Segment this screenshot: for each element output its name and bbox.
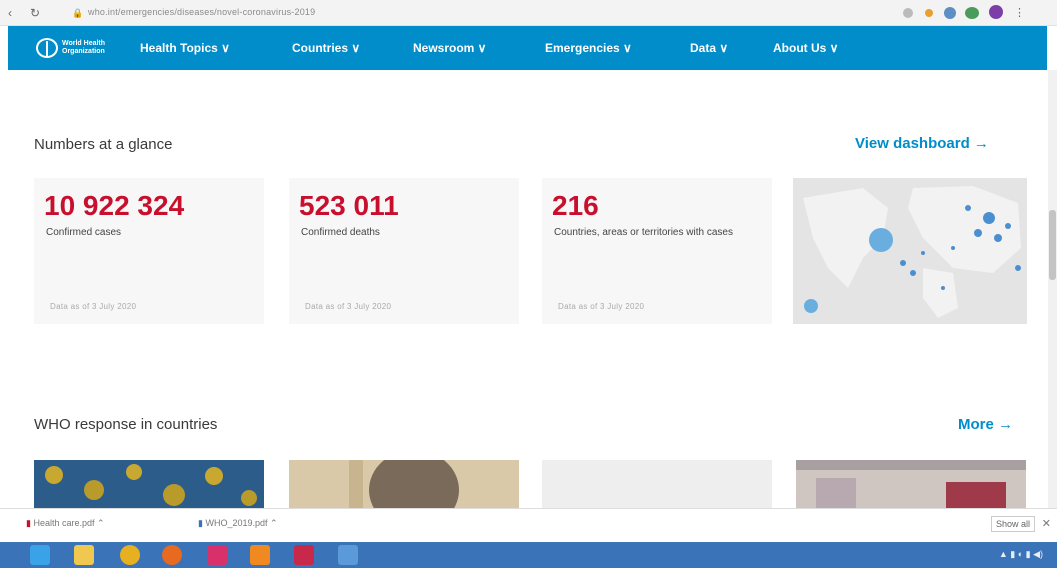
app-icon[interactable] [338,545,358,565]
show-all-button[interactable]: Show all [990,516,1035,532]
close-icon[interactable]: ✕ [1042,517,1051,530]
response-section-title: WHO response in countries [34,416,218,433]
stat-card-countries[interactable]: 216 Countries, areas or territories with… [542,178,772,324]
extension-icon[interactable] [944,7,956,19]
numbers-section-title: Numbers at a glance [34,136,173,153]
more-link[interactable]: More → [958,416,1013,433]
stat-value: 523 011 [299,190,399,221]
nav-data[interactable]: Data ∨ [690,41,728,55]
windows-taskbar: ▲ ▮ ◐ ▮ ◀) [0,542,1057,568]
ie-icon[interactable] [30,545,50,565]
star-icon[interactable] [903,8,913,18]
stat-date: Data as of 3 July 2020 [50,302,137,311]
person-photo [289,460,519,508]
nav-countries[interactable]: Countries ∨ [292,41,360,55]
stat-value: 10 922 324 [44,190,185,221]
response-card-image[interactable] [289,460,519,508]
world-map-image [793,178,1027,324]
system-tray[interactable]: ▲ ▮ ◐ ▮ ◀) [999,549,1043,560]
stat-label: Confirmed deaths [301,227,380,238]
stat-card-cases[interactable]: 10 922 324 Confirmed cases Data as of 3 … [34,178,264,324]
download-item[interactable]: ▮ Health care.pdf ⌃ [26,518,105,529]
app-icon[interactable] [294,545,314,565]
browser-toolbar: ‹ ↻ 🔒 who.int/emergencies/diseases/novel… [0,0,1057,26]
who-emblem-icon [36,38,58,58]
media-player-icon[interactable] [162,545,182,565]
download-bar: ▮ Health care.pdf ⌃ ▮ WHO_2019.pdf ⌃ Sho… [0,508,1057,542]
nav-health-topics[interactable]: Health Topics ∨ [140,41,230,55]
facility-photo [796,460,1026,508]
app-icon[interactable] [207,545,227,565]
stat-date: Data as of 3 July 2020 [305,302,392,311]
response-card-image[interactable] [542,460,772,508]
extension-icon[interactable] [925,9,933,17]
nav-newsroom[interactable]: Newsroom ∨ [413,41,486,55]
virus-photo [34,460,264,508]
address-bar[interactable]: who.int/emergencies/diseases/novel-coron… [88,7,315,17]
who-logo[interactable]: World Health Organization [36,38,112,58]
profile-avatar[interactable] [989,5,1003,19]
reload-icon[interactable]: ↻ [30,6,40,20]
stat-label: Confirmed cases [46,227,122,238]
dashboard-map-thumbnail[interactable] [793,178,1027,324]
file-explorer-icon[interactable] [74,545,94,565]
stat-value: 216 [552,190,599,221]
who-navbar: World Health Organization Health Topics … [8,26,1047,70]
stat-label: Countries, areas or territories with cas… [554,227,733,238]
who-logo-text: World Health Organization [62,40,106,55]
response-card-image[interactable] [796,460,1026,508]
stat-date: Data as of 3 July 2020 [558,302,645,311]
response-card-image[interactable] [34,460,264,508]
chrome-icon[interactable] [120,545,140,565]
back-icon[interactable]: ‹ [8,6,12,20]
scrollbar-thumb[interactable] [1049,210,1056,280]
view-dashboard-link[interactable]: View dashboard → [855,135,989,152]
vlc-icon[interactable] [250,545,270,565]
stat-card-deaths[interactable]: 523 011 Confirmed deaths Data as of 3 Ju… [289,178,519,324]
nav-about-us[interactable]: About Us ∨ [773,41,838,55]
lock-icon: 🔒 [72,8,84,18]
nav-emergencies[interactable]: Emergencies ∨ [545,41,632,55]
extension-icon[interactable] [965,7,979,19]
download-item[interactable]: ▮ WHO_2019.pdf ⌃ [198,518,278,529]
more-menu-icon[interactable]: ⋮ [1014,6,1025,19]
page-scrollbar[interactable] [1048,70,1057,508]
